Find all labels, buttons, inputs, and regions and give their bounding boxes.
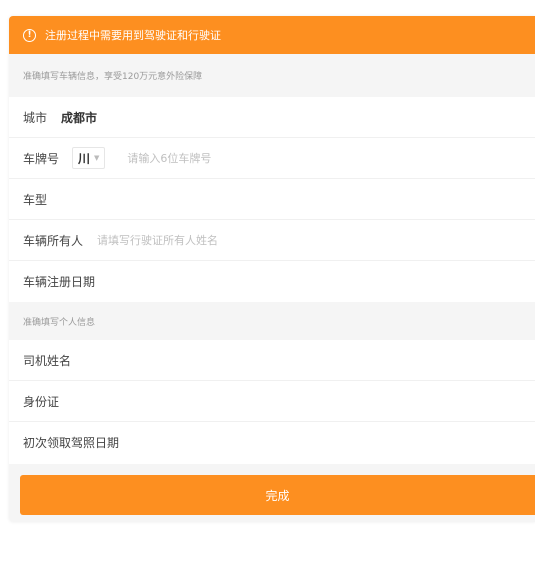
driver-name-label: 司机姓名: [23, 353, 72, 368]
province-value: 川: [78, 151, 91, 166]
province-select[interactable]: 川 ▼: [72, 147, 106, 169]
model-row[interactable]: 车型: [9, 179, 535, 220]
personal-hint-text: 准确填写个人信息: [23, 317, 96, 328]
license-date-label: 初次领取驾照日期: [23, 436, 120, 450]
plate-label: 车牌号: [23, 151, 60, 166]
city-row[interactable]: 城市 成都市: [9, 97, 535, 138]
info-circle-icon: !: [23, 28, 36, 42]
registration-form: ! 注册过程中需要用到驾驶证和行驶证 准确填写车辆信息，享受120万元意外险保障…: [9, 16, 535, 522]
city-value: 成都市: [61, 110, 98, 125]
form-footer: 完成: [9, 464, 535, 522]
vehicle-section-hint: 准确填写车辆信息，享受120万元意外险保障: [9, 54, 535, 97]
register-date-row[interactable]: 车辆注册日期: [9, 261, 535, 302]
driver-name-row[interactable]: 司机姓名: [9, 340, 535, 381]
model-label: 车型: [23, 192, 48, 207]
owner-row: 车辆所有人 请填写行驶证所有人姓名: [9, 220, 535, 261]
vehicle-hint-text: 准确填写车辆信息，享受120万元意外险保障: [23, 72, 203, 82]
caret-down-icon: ▼: [94, 154, 100, 162]
plate-row: 车牌号 川 ▼ 请输入6位车牌号: [9, 138, 535, 179]
submit-button[interactable]: 完成: [20, 475, 535, 515]
owner-name-input[interactable]: 请填写行驶证所有人姓名: [97, 232, 218, 248]
city-label: 城市: [23, 110, 48, 125]
personal-section-hint: 准确填写个人信息: [9, 302, 535, 340]
license-date-row[interactable]: 初次领取驾照日期: [9, 422, 535, 463]
notice-text: 注册过程中需要用到驾驶证和行驶证: [45, 29, 221, 42]
register-date-label: 车辆注册日期: [23, 275, 96, 289]
id-card-row[interactable]: 身份证: [9, 381, 535, 422]
id-card-label: 身份证: [23, 394, 60, 409]
plate-number-input[interactable]: 请输入6位车牌号: [127, 150, 211, 166]
notice-banner: ! 注册过程中需要用到驾驶证和行驶证: [9, 16, 535, 54]
owner-label: 车辆所有人: [23, 233, 84, 248]
